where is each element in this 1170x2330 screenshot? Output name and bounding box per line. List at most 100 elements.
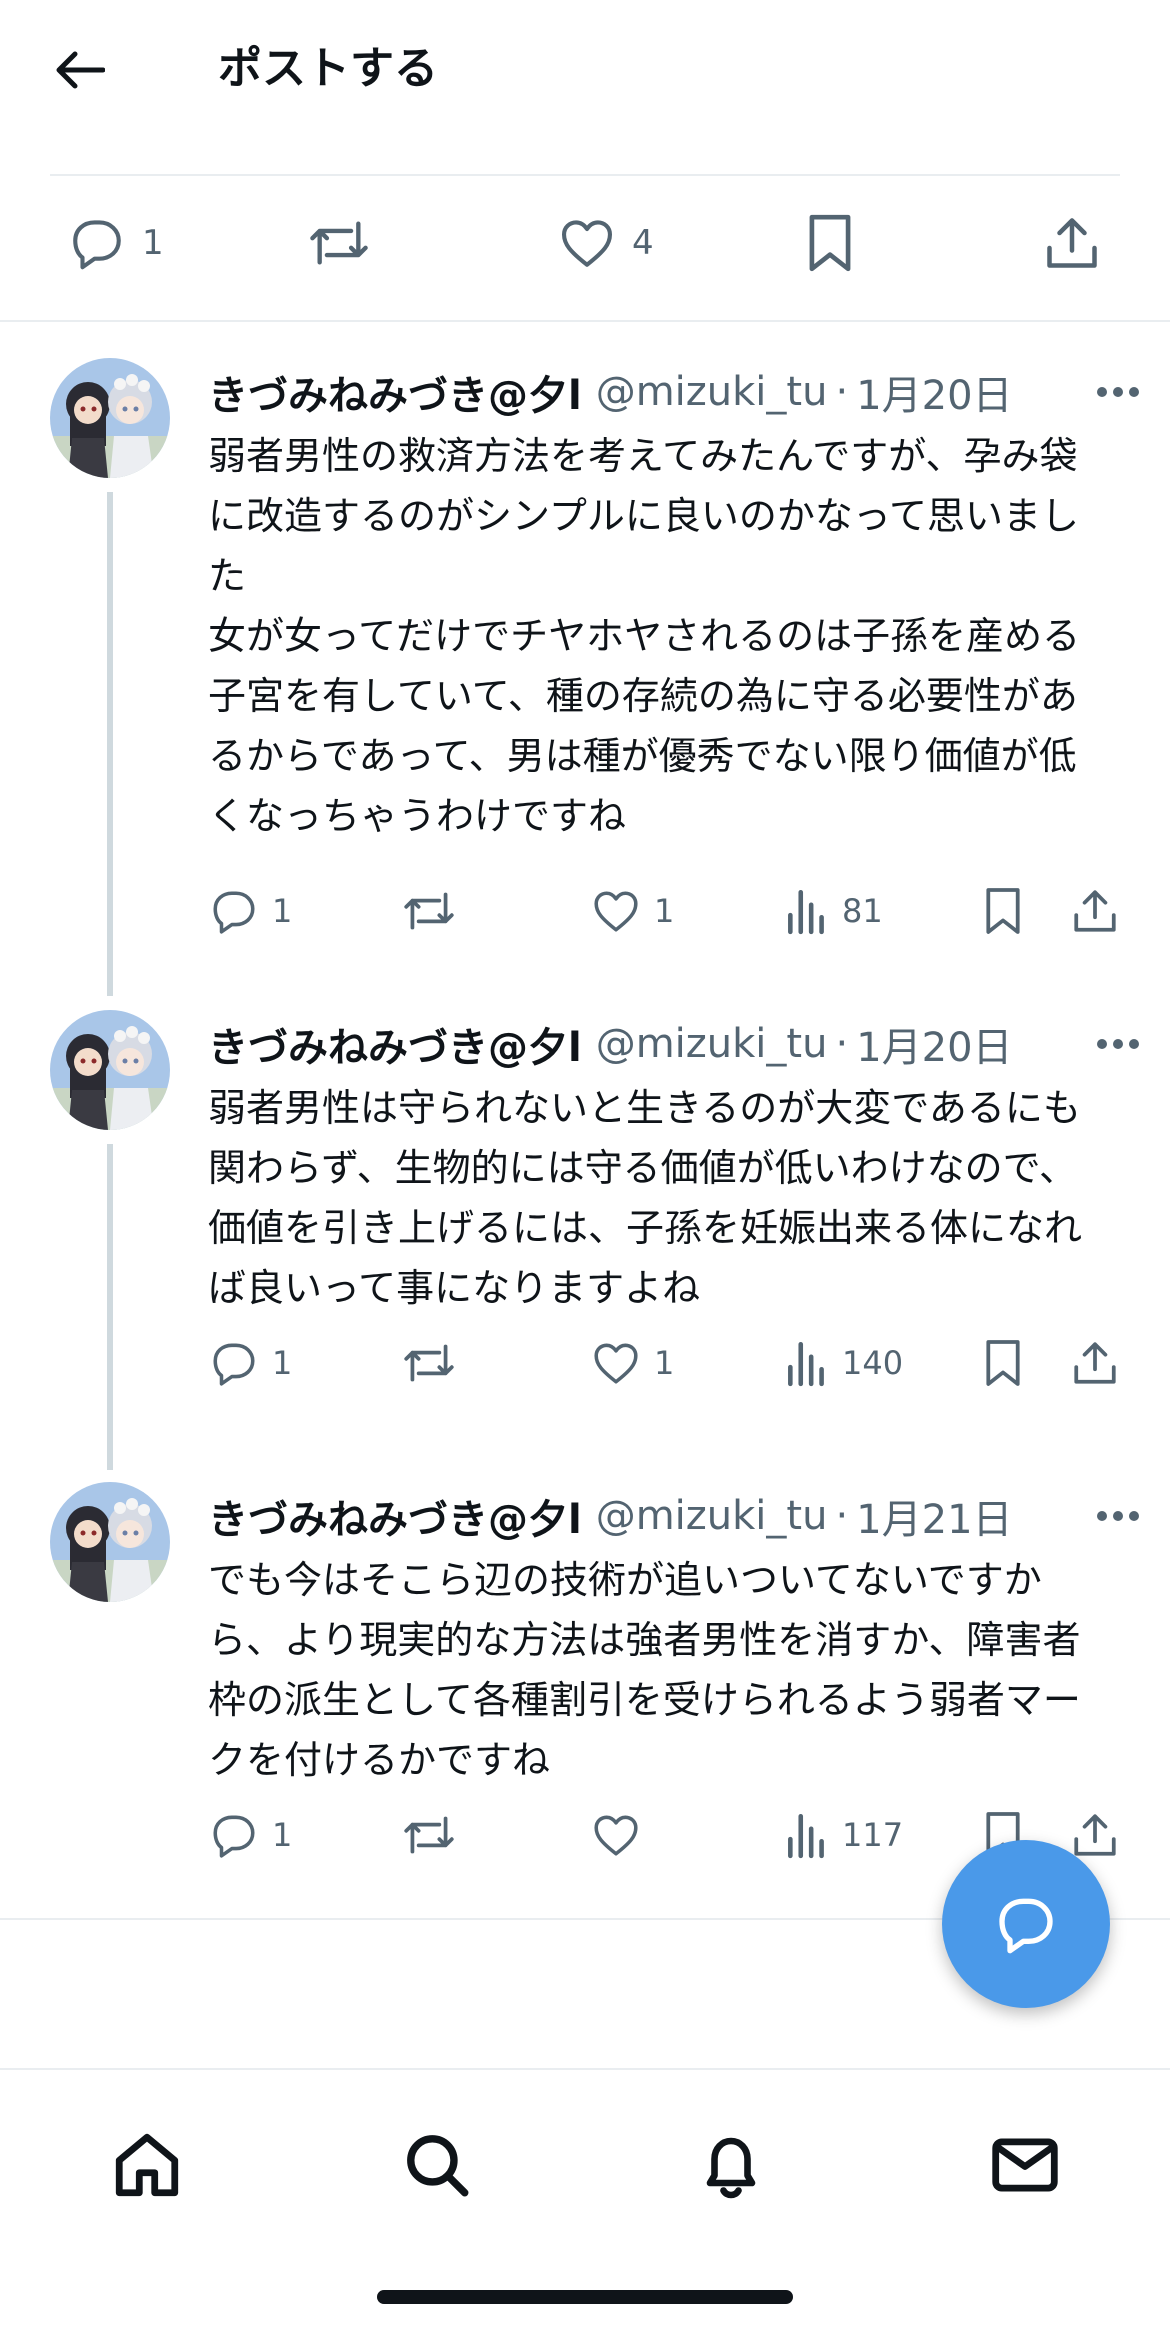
more-icon (1097, 1511, 1139, 1521)
post-text: 弱者男性の救済方法を考えてみたんですが、孕み袋に改造するのがシンプルに良いのかな… (208, 434, 1081, 838)
tab-notifications[interactable] (676, 2110, 786, 2220)
repost-icon (404, 892, 454, 930)
avatar[interactable] (50, 1482, 170, 1602)
share-icon (1074, 1814, 1116, 1856)
author-handle[interactable]: @mizuki_tu (596, 369, 828, 415)
repost-button[interactable] (400, 1810, 458, 1860)
reply-icon (213, 891, 255, 934)
like-count: 1 (654, 892, 675, 930)
main-post-action-bar: 1 4 (0, 180, 1170, 310)
home-indicator[interactable] (377, 2290, 793, 2304)
reply-post[interactable]: きづみねみづき@夕l @mizuki_tu · 1月20日 弱者男性は守られない… (0, 1006, 1170, 1466)
share-icon (1074, 890, 1116, 932)
divider (50, 174, 1120, 176)
views-button[interactable]: 140 (784, 1338, 903, 1388)
share-button[interactable] (1070, 884, 1120, 938)
separator: · (835, 369, 849, 415)
repost-icon (404, 1344, 454, 1382)
author-name[interactable]: きづみねみづき@夕l (208, 1487, 582, 1545)
chat-bubble-icon (999, 1898, 1053, 1954)
view-count: 117 (842, 1816, 904, 1854)
author-handle[interactable]: @mizuki_tu (596, 1493, 828, 1539)
like-count: 1 (654, 1344, 675, 1382)
bookmark-button[interactable] (982, 884, 1024, 938)
heart-icon (594, 891, 638, 932)
bell-icon (706, 2137, 756, 2199)
reply-button[interactable]: 1 (66, 214, 164, 272)
like-button[interactable]: 1 (590, 886, 674, 936)
author-name[interactable]: きづみねみづき@夕l (208, 1015, 582, 1073)
reply-count: 1 (272, 892, 293, 930)
bar-chart-icon (788, 889, 824, 935)
reply-post[interactable]: きづみねみづき@夕l @mizuki_tu · 1月20日 弱者男性の救済方法を… (0, 354, 1170, 974)
post-date[interactable]: 1月21日 (856, 1487, 1012, 1545)
heart-icon (561, 220, 613, 267)
back-button[interactable] (44, 40, 114, 100)
avatar[interactable] (50, 1010, 170, 1130)
reply-button[interactable]: 1 (208, 1338, 292, 1388)
bar-chart-icon (788, 1813, 824, 1859)
post-meta: きづみねみづき@夕l @mizuki_tu · 1月20日 (208, 362, 1140, 422)
top-bar: ポストする (0, 0, 1170, 150)
reply-button[interactable]: 1 (208, 886, 292, 936)
repost-icon (310, 221, 368, 265)
search-icon (407, 2135, 469, 2197)
reply-count: 1 (272, 1344, 293, 1382)
bookmark-icon (986, 888, 1020, 934)
more-button[interactable] (1060, 1486, 1140, 1546)
bookmark-icon (809, 214, 851, 272)
author-handle[interactable]: @mizuki_tu (596, 1021, 828, 1067)
views-button[interactable]: 81 (784, 886, 883, 936)
post-date[interactable]: 1月20日 (856, 363, 1012, 421)
more-icon (1097, 387, 1139, 397)
bar-chart-icon (788, 1341, 824, 1387)
reply-button[interactable]: 1 (208, 1810, 292, 1860)
reply-icon (213, 1815, 255, 1858)
reply-count: 1 (142, 223, 164, 263)
view-count: 81 (842, 892, 883, 930)
divider (0, 320, 1170, 322)
avatar[interactable] (50, 358, 170, 478)
reply-icon (73, 220, 121, 270)
author-name[interactable]: きづみねみづき@夕l (208, 363, 582, 421)
bookmark-button[interactable] (804, 212, 856, 274)
post-meta: きづみねみづき@夕l @mizuki_tu · 1月21日 (208, 1486, 1140, 1546)
post-action-bar: 1 1 140 (208, 1334, 1138, 1394)
tab-search[interactable] (382, 2110, 492, 2220)
like-button[interactable] (590, 1810, 654, 1860)
views-button[interactable]: 117 (784, 1810, 903, 1860)
repost-button[interactable] (400, 1338, 458, 1388)
repost-button[interactable] (304, 214, 374, 272)
share-button[interactable] (1042, 212, 1102, 274)
repost-icon (404, 1816, 454, 1854)
like-button[interactable]: 4 (556, 214, 654, 272)
like-button[interactable]: 1 (590, 1338, 674, 1388)
share-button[interactable] (1070, 1336, 1120, 1390)
more-button[interactable] (1060, 1014, 1140, 1074)
more-icon (1097, 1039, 1139, 1049)
bookmark-icon (986, 1340, 1020, 1386)
post-action-bar: 1 1 81 (208, 882, 1138, 942)
repost-button[interactable] (400, 886, 458, 936)
more-button[interactable] (1060, 362, 1140, 422)
tab-home[interactable] (92, 2110, 202, 2220)
reply-icon (213, 1343, 255, 1386)
heart-icon (594, 1815, 638, 1856)
separator: · (835, 1021, 849, 1067)
compose-reply-button[interactable] (942, 1840, 1110, 2008)
arrow-left-icon (56, 51, 105, 89)
share-icon (1047, 218, 1097, 268)
share-button[interactable] (1070, 1808, 1120, 1862)
bookmark-button[interactable] (982, 1336, 1024, 1390)
tab-messages[interactable] (970, 2110, 1080, 2220)
reply-count: 1 (272, 1816, 293, 1854)
share-icon (1074, 1342, 1116, 1384)
post-text: 弱者男性は守られないと生きるのが大変であるにも関わらず、生物的には守る価値が低い… (208, 1086, 1083, 1310)
page-title: ポストする (218, 43, 438, 94)
separator: · (835, 1493, 849, 1539)
mail-icon (992, 2138, 1058, 2192)
post-meta: きづみねみづき@夕l @mizuki_tu · 1月20日 (208, 1014, 1140, 1074)
post-date[interactable]: 1月20日 (856, 1015, 1012, 1073)
like-count: 4 (632, 223, 654, 263)
home-icon (115, 2133, 179, 2197)
